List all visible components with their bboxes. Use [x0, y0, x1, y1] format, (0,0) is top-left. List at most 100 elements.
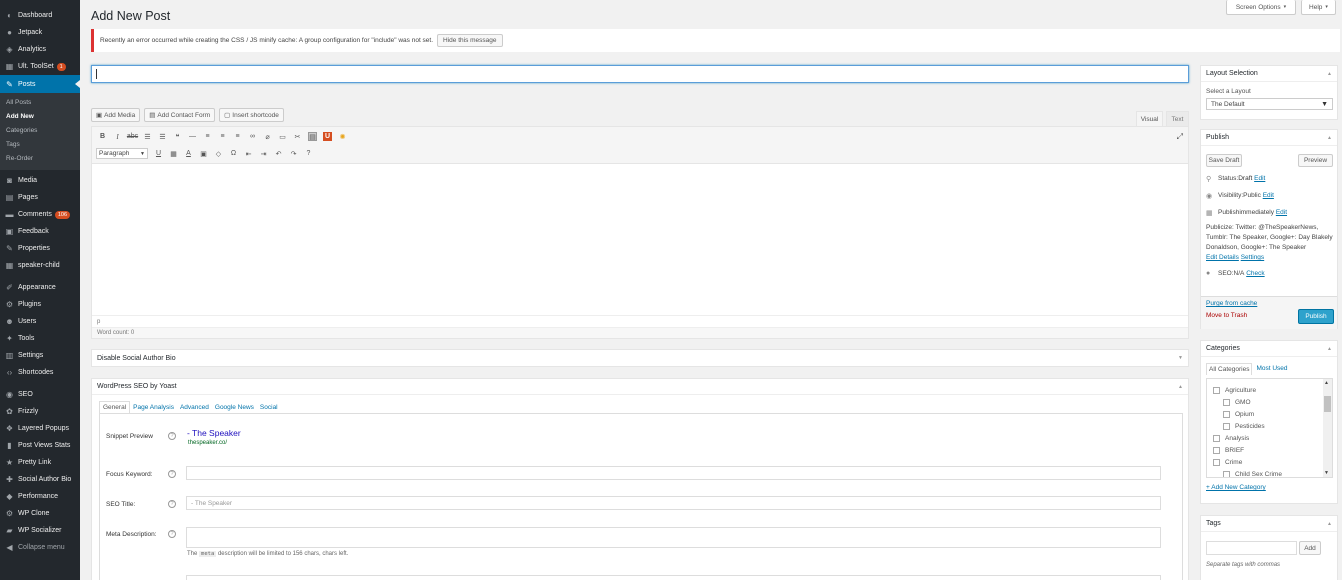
edit-schedule-link[interactable]: Edit: [1276, 209, 1287, 216]
add-tag-button[interactable]: Add: [1299, 541, 1321, 555]
caret-up-icon[interactable]: ▲: [1327, 346, 1332, 352]
insert-shortcode-button[interactable]: ▢ Insert shortcode: [219, 108, 284, 122]
focus-keyword-input[interactable]: [186, 466, 1161, 480]
meta-description-input[interactable]: [186, 527, 1161, 548]
toolbar-toggle-icon[interactable]: ▤: [308, 132, 317, 141]
scroll-thumb[interactable]: [1324, 396, 1331, 412]
menu-item-performance[interactable]: ◆ Performance: [0, 488, 80, 505]
add-new-category-link[interactable]: + Add New Category: [1206, 484, 1266, 491]
seo-check-link[interactable]: Check: [1246, 270, 1264, 277]
italic-icon[interactable]: I: [113, 132, 122, 141]
menu-item-posts[interactable]: ✎ Posts: [0, 75, 80, 93]
category-item[interactable]: Opium: [1213, 408, 1332, 420]
submenu-all-posts[interactable]: All Posts: [0, 96, 80, 110]
add-contact-form-button[interactable]: ▤ Add Contact Form: [144, 108, 216, 122]
help-button[interactable]: Help ▾: [1301, 0, 1336, 15]
purge-cache-link[interactable]: Purge from cache: [1206, 300, 1257, 307]
category-item[interactable]: Agriculture: [1213, 384, 1332, 396]
help-icon[interactable]: ?: [168, 470, 176, 478]
move-to-trash-link[interactable]: Move to Trash: [1206, 312, 1247, 319]
menu-item-tools[interactable]: ✦ Tools: [0, 330, 80, 347]
category-item[interactable]: Pesticides: [1213, 420, 1332, 432]
menu-item-wp-clone[interactable]: ⚙ WP Clone: [0, 505, 80, 522]
read-more-icon[interactable]: ▭: [278, 132, 287, 141]
horizontal-line-icon[interactable]: —: [188, 132, 197, 141]
yoast-tab-general[interactable]: General: [99, 401, 131, 413]
caret-down-icon[interactable]: ▼: [1178, 355, 1183, 361]
undo-icon[interactable]: ↶: [274, 149, 283, 158]
menu-item-pages[interactable]: ▤ Pages: [0, 189, 80, 206]
menu-item-comments[interactable]: ▬ Comments 106: [0, 206, 80, 223]
strikethrough-icon[interactable]: abc: [127, 132, 138, 141]
preview-button[interactable]: Preview: [1298, 154, 1333, 167]
indent-icon[interactable]: ⇥: [259, 149, 268, 158]
outdent-icon[interactable]: ⇤: [244, 149, 253, 158]
numbered-list-icon[interactable]: ☰: [158, 132, 167, 141]
bullet-list-icon[interactable]: ☰: [143, 132, 152, 141]
category-checkbox[interactable]: [1213, 434, 1220, 442]
menu-item-post-views-stats[interactable]: ▮ Post Views Stats: [0, 437, 80, 454]
bold-icon[interactable]: B: [98, 132, 107, 141]
ultimate-icon[interactable]: U: [323, 132, 332, 141]
menu-item-dashboard[interactable]: ◐ Dashboard: [0, 7, 80, 24]
menu-item-wp-socializer[interactable]: ▰ WP Socializer: [0, 522, 80, 539]
caret-up-icon[interactable]: ▲: [1327, 135, 1332, 141]
edit-visibility-link[interactable]: Edit: [1263, 192, 1274, 199]
clear-formatting-icon[interactable]: ◇: [214, 149, 223, 158]
align-center-icon[interactable]: ≡: [218, 132, 227, 141]
caret-up-icon[interactable]: ▲: [1327, 71, 1332, 77]
menu-item-users[interactable]: ☻ Users: [0, 313, 80, 330]
help-circle-icon[interactable]: ?: [304, 149, 313, 158]
tag-input[interactable]: [1206, 541, 1297, 555]
extra-input[interactable]: [186, 575, 1161, 580]
category-checkbox[interactable]: [1213, 446, 1220, 454]
tab-visual[interactable]: Visual: [1136, 111, 1163, 126]
editor-body[interactable]: [92, 164, 1188, 315]
help-icon[interactable]: ?: [168, 500, 176, 508]
category-scrollbar[interactable]: ▲ ▼: [1323, 379, 1332, 477]
align-right-icon[interactable]: ≡: [233, 132, 242, 141]
submenu-add-new[interactable]: Add New: [0, 110, 80, 124]
scroll-up-icon[interactable]: ▲: [1324, 380, 1329, 386]
category-item[interactable]: Child Sex Crime: [1213, 468, 1332, 477]
menu-item-settings[interactable]: ▥ Settings: [0, 347, 80, 364]
category-item[interactable]: Analysis: [1213, 432, 1332, 444]
menu-item-frizzly[interactable]: ✿ Frizzly: [0, 403, 80, 420]
save-draft-button[interactable]: Save Draft: [1206, 154, 1242, 167]
edit-details-link[interactable]: Edit Details: [1206, 254, 1239, 261]
menu-item-pretty-link[interactable]: ★ Pretty Link: [0, 454, 80, 471]
special-char-icon[interactable]: Ω: [229, 149, 238, 158]
category-checkbox[interactable]: [1223, 398, 1230, 406]
category-checkbox[interactable]: [1223, 422, 1230, 430]
category-item[interactable]: BRIEF: [1213, 444, 1332, 456]
scroll-down-icon[interactable]: ▼: [1324, 470, 1329, 476]
caret-up-icon[interactable]: ▲: [1178, 384, 1183, 390]
fullscreen-icon[interactable]: ⤢: [1177, 132, 1183, 142]
menu-item-appearance[interactable]: ✐ Appearance: [0, 279, 80, 296]
menu-item-shortcodes[interactable]: ‹› Shortcodes: [0, 364, 80, 381]
screen-options-button[interactable]: Screen Options ▾: [1226, 0, 1296, 15]
menu-item-seo[interactable]: ◉ SEO: [0, 386, 80, 403]
emoji-icon[interactable]: ✺: [338, 132, 347, 141]
distraction-free-icon[interactable]: ✂: [293, 132, 302, 141]
add-media-button[interactable]: ▣ Add Media: [91, 108, 141, 122]
redo-icon[interactable]: ↷: [289, 149, 298, 158]
category-checkbox[interactable]: [1223, 470, 1230, 477]
post-title-input[interactable]: [91, 65, 1189, 83]
menu-item-speaker-child[interactable]: ▦ speaker-child: [0, 257, 80, 274]
unlink-icon[interactable]: ⌀: [263, 132, 272, 141]
menu-item-feedback[interactable]: ▣ Feedback: [0, 223, 80, 240]
menu-item-properties[interactable]: ✎ Properties: [0, 240, 80, 257]
paste-text-icon[interactable]: ▣: [199, 149, 208, 158]
yoast-tab-google-news[interactable]: Google News: [212, 402, 257, 413]
tab-text[interactable]: Text: [1166, 111, 1189, 126]
seo-title-input[interactable]: - The Speaker: [186, 496, 1161, 510]
layout-select[interactable]: The Default ▼: [1206, 98, 1333, 110]
category-checkbox[interactable]: [1213, 458, 1220, 466]
category-item[interactable]: GMO: [1213, 396, 1332, 408]
menu-item-plugins[interactable]: ⚙ Plugins: [0, 296, 80, 313]
edit-status-link[interactable]: Edit: [1254, 175, 1265, 182]
link-icon[interactable]: ∞: [248, 132, 257, 141]
publish-button[interactable]: Publish: [1298, 309, 1334, 324]
tab-most-used[interactable]: Most Used: [1252, 363, 1291, 375]
